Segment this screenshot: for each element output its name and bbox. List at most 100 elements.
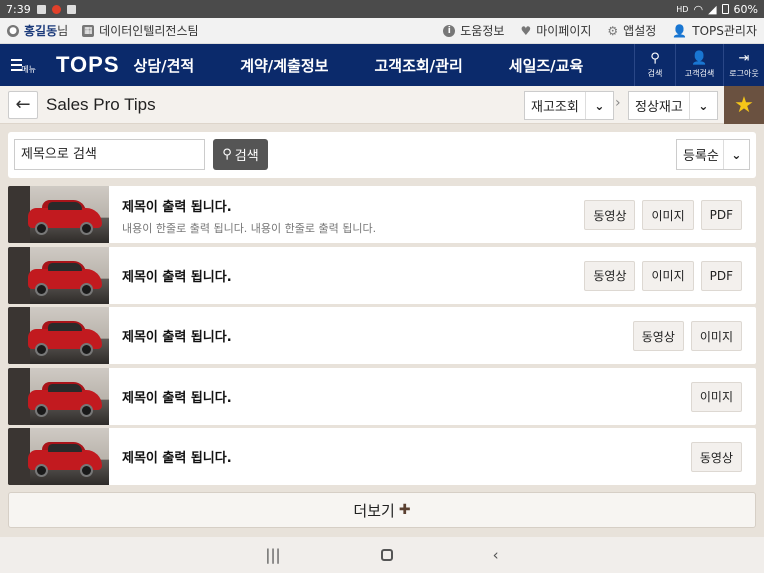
sort-select[interactable]: 등록순 ⌄	[676, 139, 750, 170]
logout-icon: ⇥	[738, 50, 750, 66]
search-panel: ⚲ 검색 등록순 ⌄	[8, 132, 756, 178]
nav-item-contract[interactable]: 계약/계출정보	[240, 55, 328, 76]
status-time: 7:39	[6, 2, 31, 16]
breadcrumb-select-stock[interactable]: 재고조회 ⌄	[524, 91, 614, 120]
signal-icon: ◢	[708, 2, 717, 16]
user-icon: ●	[7, 24, 19, 37]
building-icon: ▦	[82, 24, 95, 37]
help-label: 도움정보	[460, 24, 505, 38]
item-title: 제목이 출력 됩니다.	[122, 451, 232, 466]
wifi-icon: ◠	[693, 2, 704, 16]
main-navbar: 메뉴 TOPS 상담/견적 계약/계출정보 고객조회/관리 세일즈/교육 ⚲ 검…	[0, 44, 764, 86]
logout-button[interactable]: ⇥ 로그아웃	[723, 44, 764, 86]
list-item[interactable]: 제목이 출력 됩니다. 내용이 한줄로 출력 됩니다. 내용이 한줄로 출력 됩…	[8, 186, 756, 243]
notification-icon	[51, 4, 61, 14]
media-button[interactable]: 동영상	[584, 260, 636, 291]
list-item[interactable]: 제목이 출력 됩니다. 동영상	[8, 428, 756, 485]
arrow-left-icon: ←	[15, 94, 31, 115]
tips-list: 제목이 출력 됩니다. 내용이 한줄로 출력 됩니다. 내용이 한줄로 출력 됩…	[8, 186, 756, 489]
search-icon: ⚲	[650, 50, 660, 66]
item-title: 제목이 출력 됩니다.	[122, 390, 232, 406]
mypage-label: 마이페이지	[536, 24, 592, 38]
nav-item-customer[interactable]: 고객조회/관리	[374, 55, 462, 76]
media-button[interactable]: 이미지	[690, 381, 742, 412]
customer-search-icon: 👤	[691, 50, 708, 66]
item-title: 제목이 출력 됩니다.	[122, 200, 232, 215]
logout-label: 로그아웃	[729, 68, 759, 78]
gear-icon: ⚙	[607, 23, 619, 38]
favorite-button[interactable]: ★	[724, 86, 764, 124]
org-name: 데이터인텔리전스팀	[99, 24, 199, 38]
app-settings-link[interactable]: ⚙ 앱설정	[607, 22, 656, 39]
chevron-right-icon: ›	[615, 95, 621, 111]
star-icon: ★	[734, 92, 754, 118]
list-item[interactable]: 제목이 출력 됩니다. 이미지	[8, 367, 756, 425]
admin-link[interactable]: 👤 TOPS관리자	[672, 22, 757, 39]
hamburger-icon	[10, 59, 22, 71]
nav-search-label: 검색	[647, 68, 663, 78]
item-title: 제목이 출력 됩니다.	[122, 330, 232, 345]
nav-search-button[interactable]: ⚲ 검색	[634, 44, 675, 86]
battery-icon	[721, 4, 729, 14]
system-status-bar: 7:39 HD ◠ ◢ 60%	[0, 0, 764, 18]
media-button[interactable]: PDF	[700, 200, 742, 230]
load-more-button[interactable]: 더보기 ✚	[8, 492, 756, 528]
media-button[interactable]: 동영상	[690, 442, 742, 472]
nav-item-sales[interactable]: 세일즈/교육	[509, 55, 583, 76]
load-more-label: 더보기	[353, 501, 395, 520]
car-thumbnail	[8, 307, 109, 364]
search-icon: ⚲	[222, 147, 232, 162]
car-thumbnail	[8, 246, 109, 304]
chevron-down-icon: ⌄	[584, 92, 613, 119]
mypage-link[interactable]: ♥ 마이페이지	[520, 22, 591, 39]
org-info: ▦ 데이터인텔리전스팀	[82, 22, 199, 39]
main-menu: 상담/견적 계약/계출정보 고객조회/관리 세일즈/교육	[134, 55, 630, 76]
heart-icon: ♥	[520, 23, 532, 38]
help-link[interactable]: i 도움정보	[443, 22, 504, 39]
list-item[interactable]: 제목이 출력 됩니다. 동영상 이미지	[8, 307, 756, 364]
car-thumbnail	[8, 367, 109, 425]
warning-icon	[66, 4, 76, 14]
chevron-down-icon: ⌄	[722, 140, 749, 169]
sort-label: 등록순	[683, 149, 719, 164]
chevron-down-icon: ⌄	[688, 92, 717, 119]
media-button[interactable]: 동영상	[584, 200, 636, 230]
car-thumbnail	[8, 428, 109, 485]
item-buttons: 동영상 이미지	[632, 321, 742, 351]
info-icon: i	[443, 24, 456, 37]
item-buttons: 동영상 이미지 PDF	[584, 200, 742, 230]
home-icon[interactable]	[380, 549, 393, 561]
media-button[interactable]: PDF	[700, 260, 742, 291]
item-buttons: 동영상 이미지 PDF	[584, 260, 742, 291]
admin-label: TOPS관리자	[692, 24, 757, 38]
admin-user-icon: 👤	[672, 23, 688, 38]
item-title: 제목이 출력 됩니다.	[122, 269, 232, 285]
app-settings-label: 앱설정	[623, 24, 657, 38]
customer-search-button[interactable]: 👤 고객검색	[675, 44, 723, 86]
user-suffix: 님	[57, 24, 69, 38]
menu-button[interactable]: 메뉴	[0, 44, 42, 86]
plus-icon: ✚	[398, 502, 411, 518]
tops-logo[interactable]: TOPS	[56, 52, 120, 78]
media-button[interactable]: 이미지	[642, 200, 694, 230]
media-button[interactable]: 이미지	[642, 260, 694, 291]
item-buttons: 이미지	[690, 381, 742, 412]
utility-bar: ● 홍길동님 ▦ 데이터인텔리전스팀 i 도움정보 ♥ 마이페이지 ⚙ 앱설정 …	[0, 18, 764, 44]
breadcrumb-normal-stock-label: 정상재고	[635, 100, 683, 115]
gallery-icon	[36, 4, 46, 14]
page-title: Sales Pro Tips	[46, 94, 156, 114]
item-description: 내용이 한줄로 출력 됩니다. 내용이 한줄로 출력 됩니다.	[122, 222, 377, 235]
back-nav-icon[interactable]: ‹	[493, 546, 499, 564]
sub-header: ← Sales Pro Tips 재고조회 ⌄ › 정상재고 ⌄ ★	[0, 86, 764, 124]
signal-label: HD	[676, 4, 689, 14]
breadcrumb-select-normal-stock[interactable]: 정상재고 ⌄	[628, 91, 718, 120]
user-info[interactable]: ● 홍길동님	[7, 22, 68, 39]
media-button[interactable]: 동영상	[632, 321, 684, 351]
nav-item-consult[interactable]: 상담/견적	[134, 55, 195, 76]
back-button[interactable]: ←	[8, 90, 38, 119]
search-input[interactable]	[14, 139, 205, 170]
recent-apps-icon[interactable]: |||	[265, 546, 280, 564]
search-button[interactable]: ⚲ 검색	[213, 139, 268, 170]
list-item[interactable]: 제목이 출력 됩니다. 동영상 이미지 PDF	[8, 246, 756, 304]
media-button[interactable]: 이미지	[690, 321, 742, 351]
